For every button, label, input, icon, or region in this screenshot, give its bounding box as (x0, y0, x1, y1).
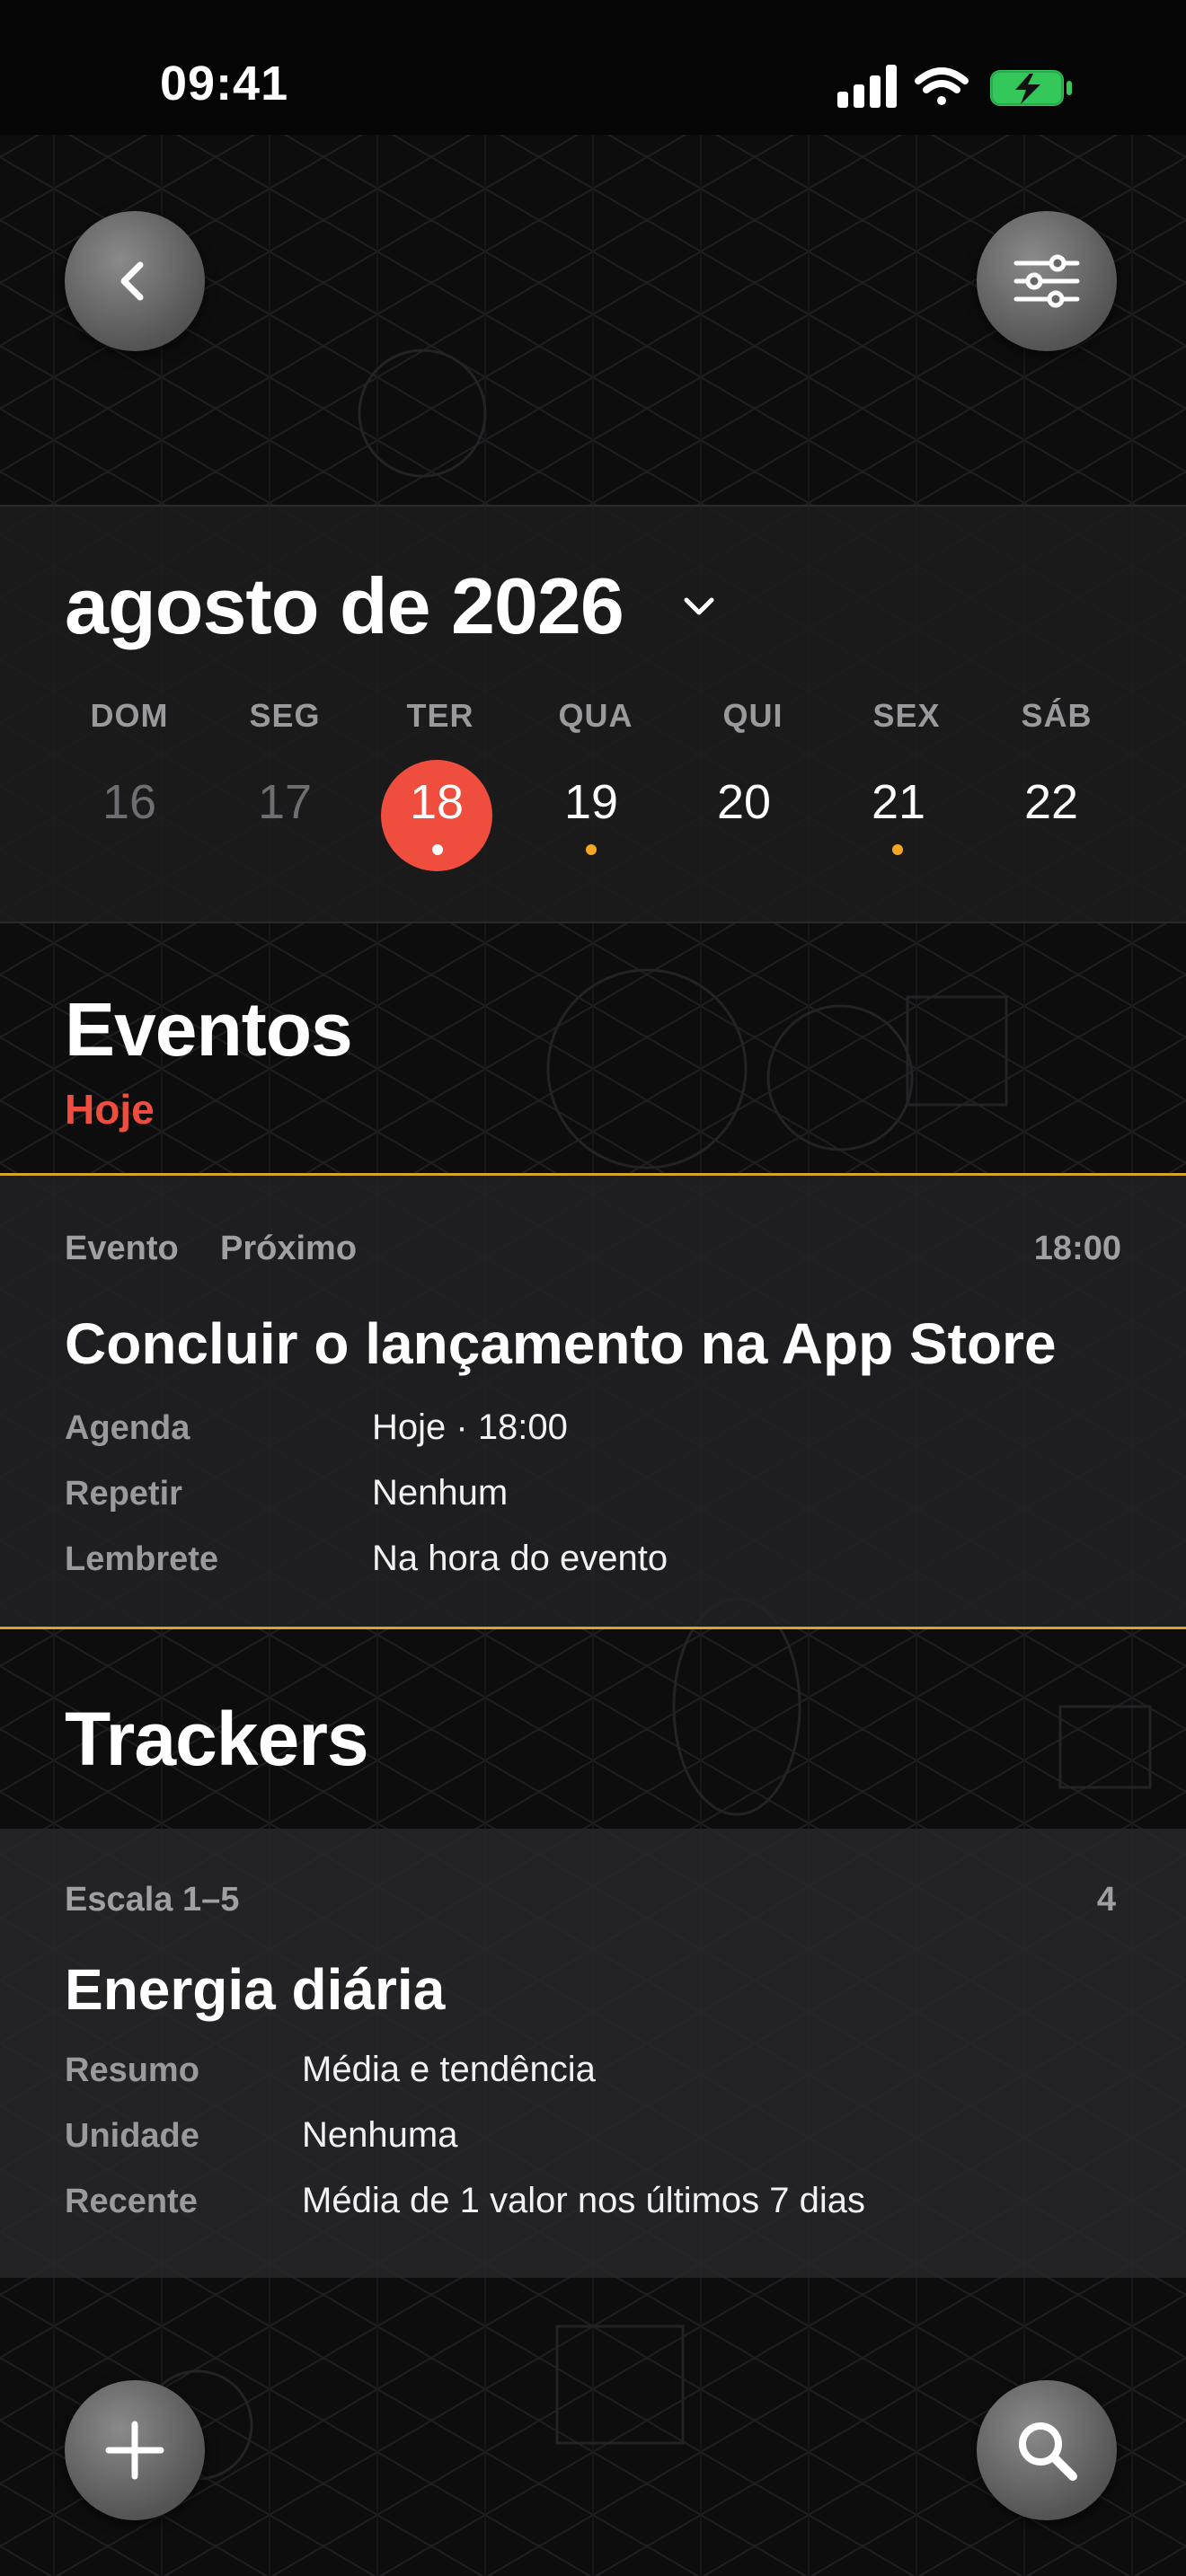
event-status-label: Próximo (220, 1230, 358, 1267)
tracker-row-value: Média e tendência (302, 2050, 596, 2089)
weekday-label: SÁB (1021, 697, 1093, 734)
cellular-signal-icon (837, 65, 897, 108)
event-title: Concluir o lançamento na App Store (65, 1311, 1057, 1376)
weekday-label: DOM (90, 697, 169, 734)
event-dot (432, 844, 443, 855)
calendar-panel: agosto de 2026 DOM SEG TER QUA QUI SEX S… (0, 505, 1186, 923)
magnifier-icon (1019, 2422, 1077, 2481)
weekday-label: SEG (249, 697, 321, 734)
event-dot (586, 844, 597, 855)
day-cell[interactable]: 19 (528, 774, 654, 830)
event-row-label: Repetir (65, 1475, 182, 1513)
status-time: 09:41 (160, 57, 289, 110)
event-row-label: Lembrete (65, 1540, 219, 1578)
day-cell[interactable]: 17 (222, 774, 348, 830)
battery-charging-icon (990, 70, 1072, 106)
tracker-value: 4 (1096, 1881, 1116, 1919)
wifi-icon (915, 67, 969, 105)
weekday-label: QUA (558, 697, 633, 734)
weekday-label: QUI (722, 697, 783, 734)
plus-icon (105, 2421, 164, 2480)
events-section-title: Eventos (65, 987, 353, 1072)
event-row-label: Agenda (65, 1409, 190, 1447)
tracker-row-label: Unidade (65, 2117, 199, 2155)
event-row-value: Na hora do evento (372, 1539, 668, 1578)
tracker-row-label: Resumo (65, 2051, 199, 2089)
tracker-row-value: Nenhuma (302, 2115, 458, 2155)
day-cell[interactable]: 22 (988, 774, 1114, 830)
tracker-row-value: Média de 1 valor nos últimos 7 dias (302, 2181, 865, 2220)
tracker-row-label: Recente (65, 2183, 198, 2220)
event-type-label: Evento (65, 1230, 179, 1267)
month-selector[interactable]: agosto de 2026 (65, 560, 624, 652)
chevron-down-icon[interactable] (681, 593, 717, 620)
tracker-card[interactable]: Escala 1–5 4 Energia diária Resumo Média… (0, 1829, 1186, 2278)
back-button[interactable] (65, 211, 205, 351)
weekday-label: TER (406, 697, 474, 734)
event-time: 18:00 (1033, 1230, 1121, 1267)
day-cell[interactable]: 16 (66, 774, 192, 830)
day-cell-selected[interactable]: 18 (374, 774, 500, 830)
status-bar: 09:41 (0, 0, 1186, 135)
event-row-value: Nenhum (372, 1473, 509, 1513)
sliders-icon (1013, 254, 1080, 308)
chevron-left-icon (120, 261, 144, 301)
day-cell[interactable]: 21 (836, 774, 961, 830)
trackers-section-title: Trackers (65, 1697, 369, 1781)
tracker-scale-label: Escala 1–5 (65, 1881, 240, 1919)
event-row-value: Hoje · 18:00 (372, 1407, 568, 1447)
search-button[interactable] (977, 2380, 1117, 2520)
add-button[interactable] (65, 2380, 205, 2520)
filter-button[interactable] (977, 211, 1117, 351)
events-subtitle: Hoje (65, 1086, 155, 1133)
event-dot (892, 844, 903, 855)
status-icons (837, 65, 1072, 108)
tracker-title: Energia diária (65, 1957, 446, 2022)
day-cell[interactable]: 20 (681, 774, 807, 830)
event-card[interactable]: Evento Próximo 18:00 Concluir o lançamen… (0, 1173, 1186, 1629)
weekday-label: SEX (872, 697, 941, 734)
